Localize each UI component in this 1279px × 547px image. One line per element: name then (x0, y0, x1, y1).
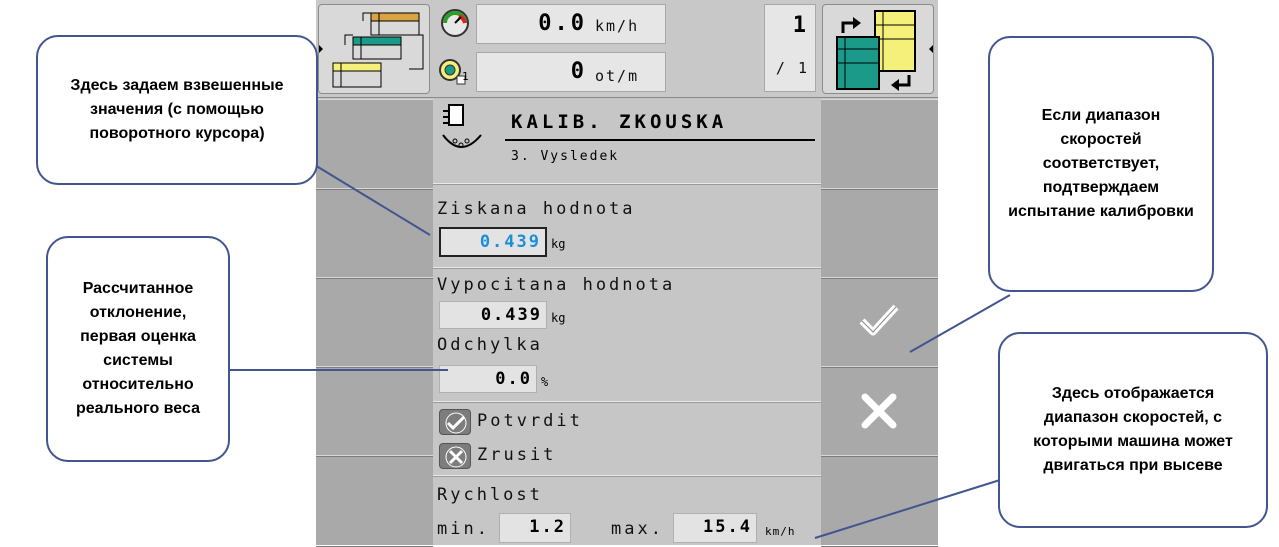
pointer-confirm (909, 294, 1011, 353)
pointer-speed-range (814, 479, 1001, 539)
callout-speed-range: Здесь отображается диапазон скоростей, с… (998, 332, 1268, 528)
callout-confirm: Если диапазон скоростей соответствует, п… (988, 36, 1214, 292)
callout-weighed: Здесь задаем взвешенные значения (с помо… (36, 35, 318, 185)
callout-deviation: Рассчитанное отклонение, первая оценка с… (46, 236, 230, 462)
